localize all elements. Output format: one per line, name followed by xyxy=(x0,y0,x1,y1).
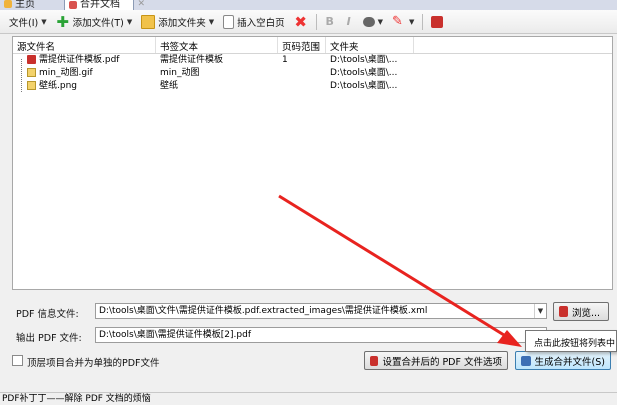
browse-button[interactable]: 浏览... xyxy=(553,302,609,321)
generate-merge-button[interactable]: 生成合并文件(S) xyxy=(515,351,611,370)
folder-icon xyxy=(141,14,156,29)
tab-merge-label: 合并文档 xyxy=(80,0,120,10)
paint-icon xyxy=(362,16,375,27)
row-folder: D:\tools\桌面\... xyxy=(330,55,398,65)
pdf-settings-label: 设置合并后的 PDF 文件选项 xyxy=(382,356,502,368)
row-file-name: min_动图.gif xyxy=(13,67,156,80)
merge-icon xyxy=(69,0,77,9)
insert-blank-page-button[interactable]: 插入空白页 xyxy=(220,12,288,32)
plus-icon: ✚ xyxy=(56,12,69,31)
row-file-name: 需提供证件模板.pdf xyxy=(13,54,156,67)
toolbar-divider xyxy=(422,13,424,30)
home-icon xyxy=(4,0,12,8)
chevron-down-icon: ▼ xyxy=(409,17,415,26)
row-folder: D:\tools\桌面\... xyxy=(330,81,398,91)
add-file-label: 添加文件(T) xyxy=(72,17,124,29)
chevron-down-icon: ▼ xyxy=(126,17,133,26)
output-file-value: D:\tools\桌面\需提供证件模板[2].pdf xyxy=(99,330,251,340)
column-page-range[interactable]: 页码范围 xyxy=(278,37,326,53)
italic-button[interactable]: I xyxy=(341,12,357,32)
tooltip-text: 点击此按钮将列表中 xyxy=(534,339,616,349)
chevron-down-icon: ▼ xyxy=(41,17,47,26)
tab-merge-documents[interactable]: 合并文档 ✕ xyxy=(64,0,145,10)
document-tab-bar: 主页 合并文档 ✕ xyxy=(0,0,617,10)
source-file-list[interactable]: 源文件名 书签文本 页码范围 文件夹 需提供证件模板.pdf 需提供证件模板 1… xyxy=(12,36,613,290)
tab-home[interactable]: 主页 xyxy=(0,0,48,10)
color-button[interactable]: ▼ xyxy=(360,12,386,32)
blank-page-icon xyxy=(223,14,235,29)
tab-home-label: 主页 xyxy=(15,0,35,10)
row-bookmark: 壁纸 xyxy=(160,81,179,91)
pdf-info-combobox[interactable]: D:\tools\桌面\文件\需提供证件模板.pdf.extracted_ima… xyxy=(95,303,547,319)
table-row[interactable]: 需提供证件模板.pdf 需提供证件模板 1 D:\tools\桌面\... xyxy=(13,54,612,67)
pdf-info-value: D:\tools\桌面\文件\需提供证件模板.pdf.extracted_ima… xyxy=(99,306,428,316)
row-page-range xyxy=(278,67,326,80)
bold-icon: B xyxy=(325,14,334,28)
italic-icon: I xyxy=(346,14,351,28)
browse-label: 浏览... xyxy=(572,307,601,319)
table-row[interactable]: 壁纸.png 壁纸 D:\tools\桌面\... xyxy=(13,80,612,93)
pen-icon: ✎ xyxy=(392,13,403,29)
add-file-button[interactable]: ✚ 添加文件(T) ▼ xyxy=(53,12,136,32)
row-page-range xyxy=(278,80,326,93)
bold-button[interactable]: B xyxy=(322,12,338,32)
output-file-input[interactable]: D:\tools\桌面\需提供证件模板[2].pdf xyxy=(95,327,547,343)
column-source-file[interactable]: 源文件名 xyxy=(13,37,156,53)
generate-merge-label: 生成合并文件(S) xyxy=(534,356,605,368)
file-menu-label: 文件(I) xyxy=(9,17,39,29)
status-text: PDF补丁丁——解除 PDF 文档的烦恼 xyxy=(2,394,151,404)
pdf-icon xyxy=(370,355,379,366)
row-folder: D:\tools\桌面\... xyxy=(330,68,398,78)
table-row[interactable]: min_动图.gif min_动图 D:\tools\桌面\... xyxy=(13,67,612,80)
row-file-name: 壁纸.png xyxy=(13,80,156,93)
toolbar: 文件(I) ▼ ✚ 添加文件(T) ▼ 添加文件夹 ▼ 插入空白页 ✖ B I … xyxy=(0,10,617,34)
row-page-range: 1 xyxy=(282,55,288,65)
merge-button-tooltip: 点击此按钮将列表中 xyxy=(525,330,617,352)
close-tab-icon[interactable]: ✕ xyxy=(137,0,145,9)
merge-top-level-checkbox[interactable] xyxy=(12,355,23,366)
row-bookmark: min_动图 xyxy=(160,68,200,78)
pdf-icon xyxy=(431,15,444,28)
pdf-file-icon xyxy=(27,54,36,64)
add-folder-label: 添加文件夹 xyxy=(158,17,206,29)
pdf-settings-button[interactable]: 设置合并后的 PDF 文件选项 xyxy=(364,351,508,370)
chevron-down-icon: ▼ xyxy=(377,17,384,26)
delete-icon: ✖ xyxy=(294,12,307,31)
status-bar: PDF补丁丁——解除 PDF 文档的烦恼 xyxy=(0,392,617,405)
list-header: 源文件名 书签文本 页码范围 文件夹 xyxy=(13,37,612,54)
column-spacer xyxy=(414,37,612,53)
file-menu-button[interactable]: 文件(I) ▼ xyxy=(6,12,50,32)
insert-blank-label: 插入空白页 xyxy=(237,17,285,29)
output-file-label: 输出 PDF 文件: xyxy=(16,333,82,344)
chevron-down-icon: ▼ xyxy=(208,17,215,26)
column-folder[interactable]: 文件夹 xyxy=(326,37,414,53)
image-file-icon xyxy=(27,80,36,90)
add-folder-button[interactable]: 添加文件夹 ▼ xyxy=(138,12,217,32)
row-bookmark: 需提供证件模板 xyxy=(160,55,224,65)
chevron-down-icon[interactable]: ▼ xyxy=(534,304,546,318)
edit-button[interactable]: ✎ ▼ xyxy=(389,12,417,32)
column-bookmark[interactable]: 书签文本 xyxy=(156,37,278,53)
delete-button[interactable]: ✖ xyxy=(291,12,311,32)
pdf-options-button[interactable] xyxy=(428,12,446,32)
pdf-info-label: PDF 信息文件: xyxy=(16,309,79,320)
save-icon xyxy=(521,355,531,366)
merge-top-level-label: 顶层项目合并为单独的PDF文件 xyxy=(27,358,160,369)
image-file-icon xyxy=(27,67,36,77)
browse-icon xyxy=(559,306,568,317)
toolbar-divider xyxy=(315,13,317,30)
